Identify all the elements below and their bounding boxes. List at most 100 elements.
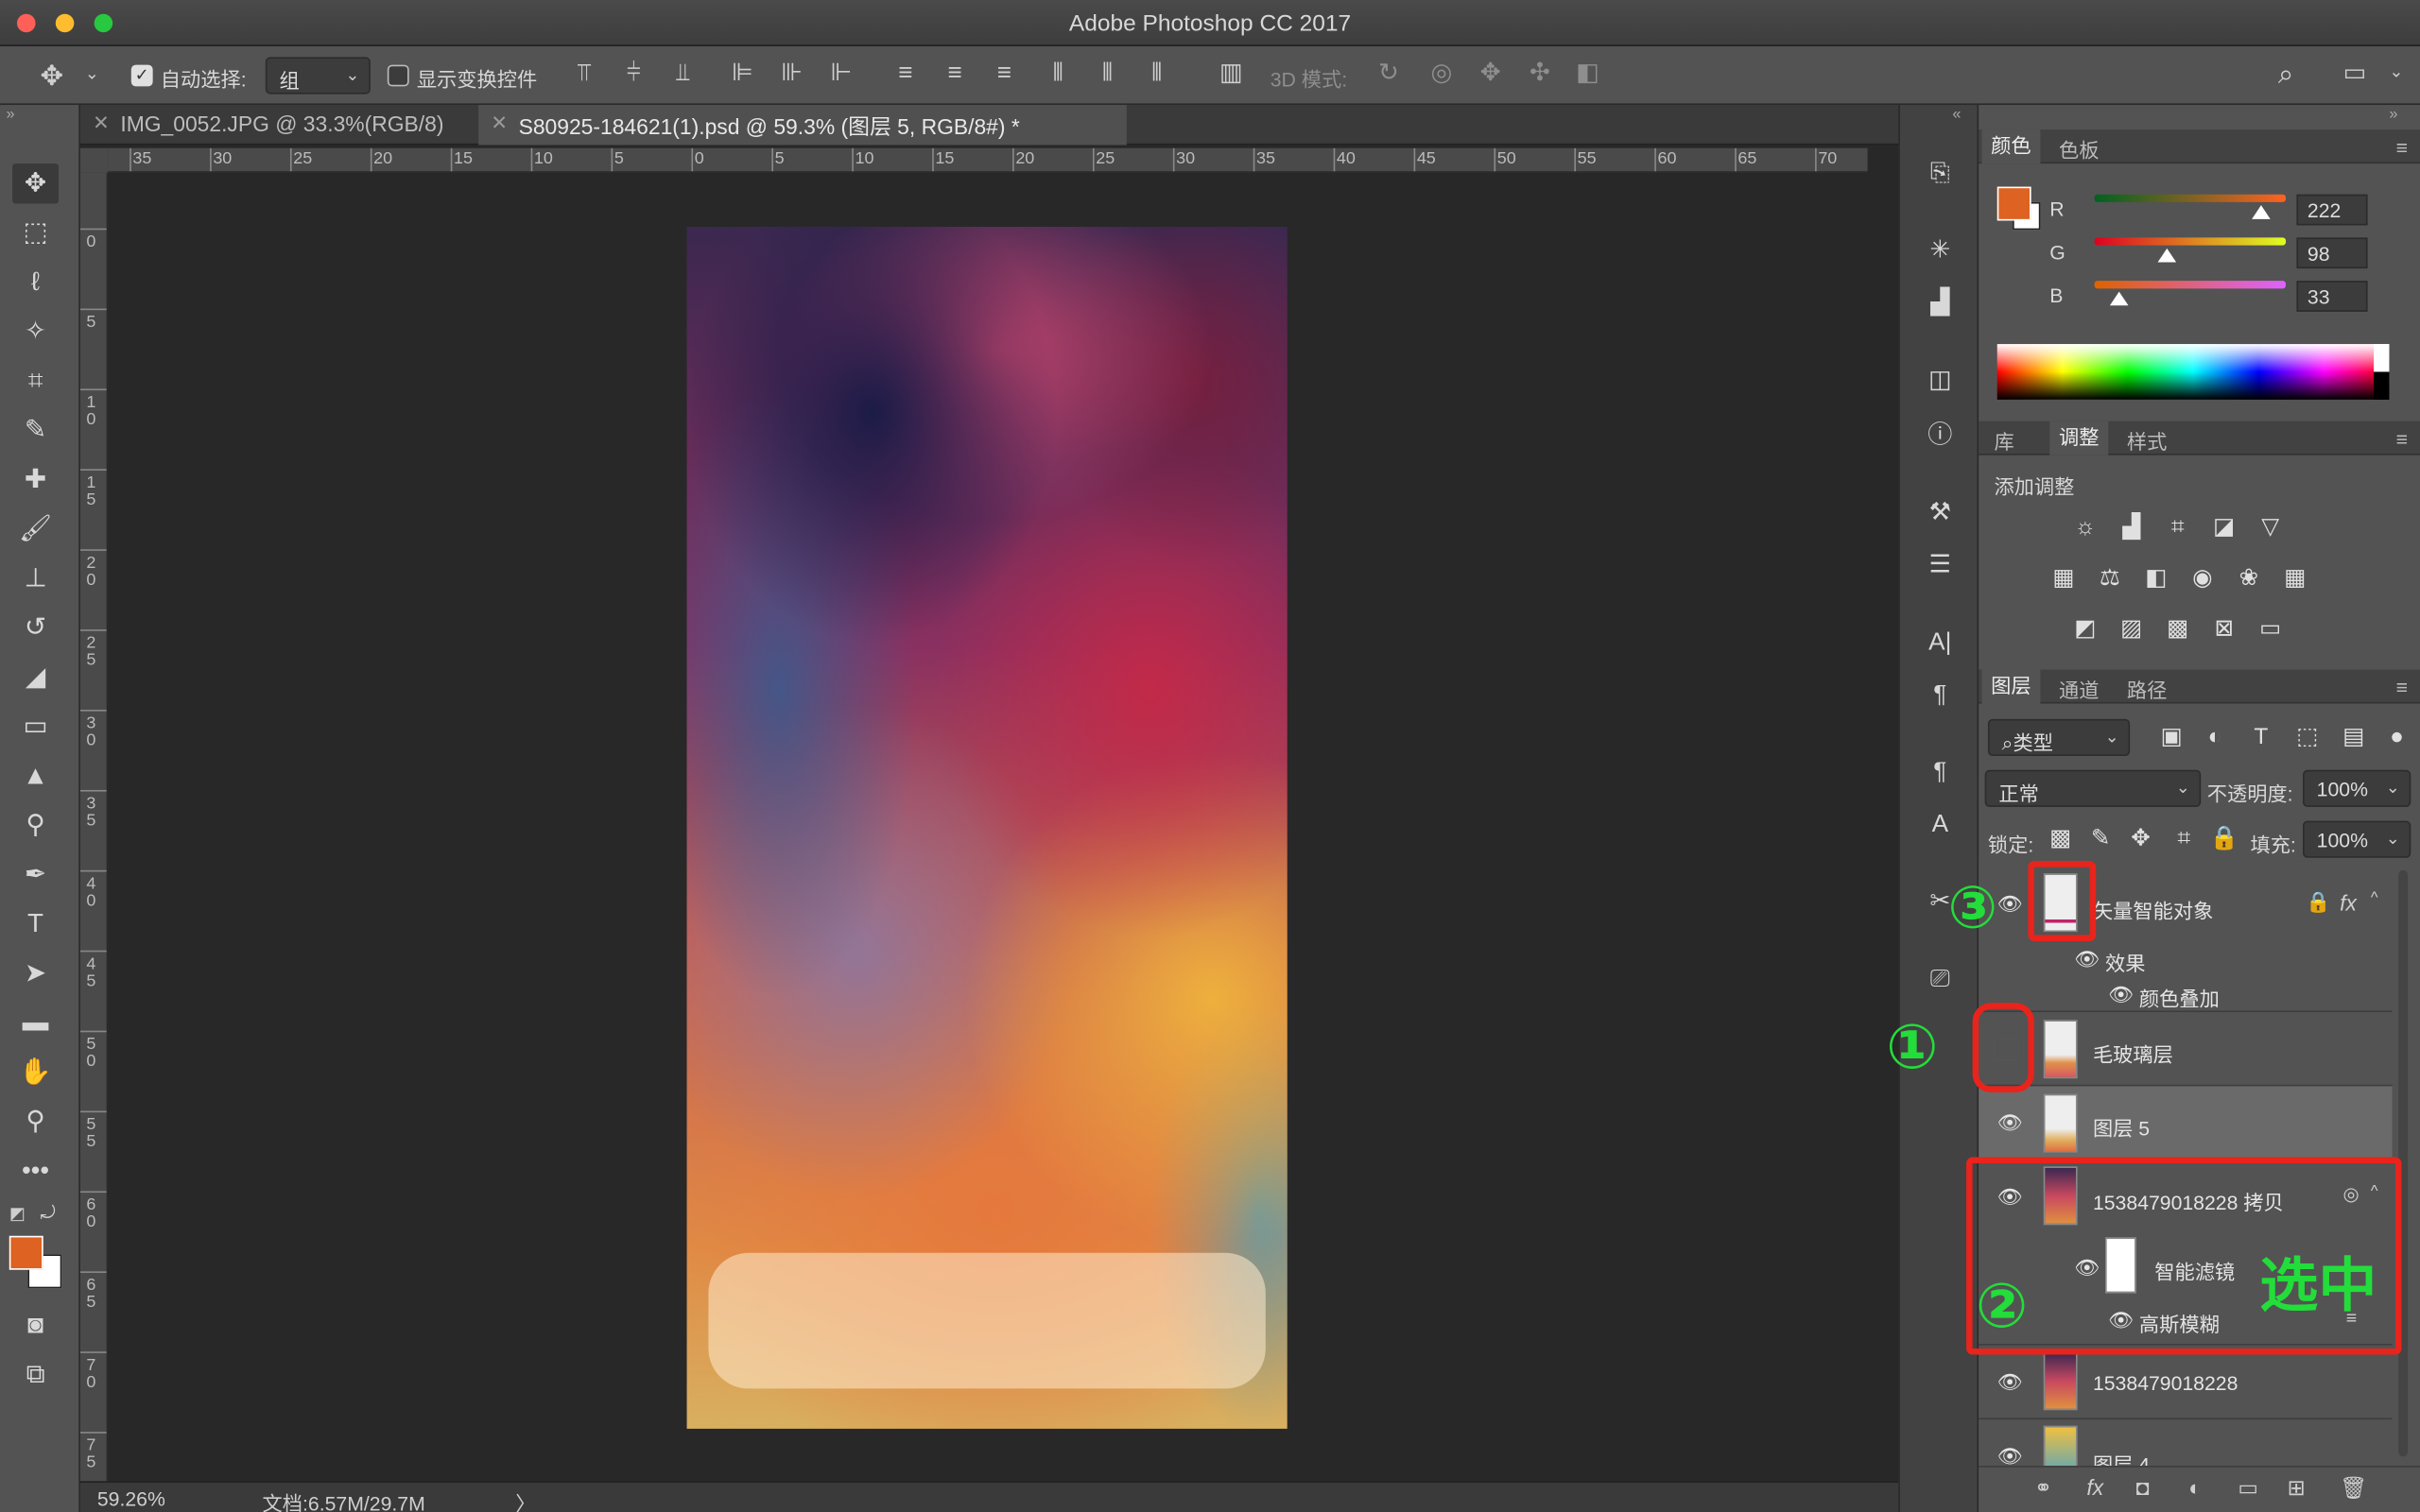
move-tool-icon[interactable]: ✥ [40,61,63,89]
black-swatch[interactable] [2374,371,2390,400]
fx-icon[interactable]: fx [2340,892,2357,914]
panel-menu-icon[interactable]: ≡ [2396,676,2408,698]
properties-icon[interactable]: ☰ [1918,546,1962,586]
blue-input[interactable]: 33 [2296,281,2368,312]
3d-drag-icon[interactable]: ✥ [1480,60,1501,86]
expand-panel-icon[interactable]: » [2389,107,2397,123]
blur-tool-icon[interactable]: ▲ [12,756,59,796]
tab-adjustments[interactable]: 调整 [2049,421,2109,455]
visibility-eye-icon[interactable]: 👁 [1997,1111,2023,1136]
path-select-icon[interactable]: ➤ [12,954,59,993]
filter-adjustment-icon[interactable]: ◐ [2198,722,2232,753]
lock-transparent-icon[interactable]: ▩ [2044,824,2078,855]
align-left-icon[interactable]: ⊫ [732,60,753,86]
panel-menu-icon[interactable]: ≡ [2396,427,2408,450]
show-transform-checkbox[interactable] [387,64,409,87]
align-top-icon[interactable]: ⫪ [578,60,592,86]
workspace-icon[interactable]: ▭ [2342,60,2366,86]
add-mask-icon[interactable]: ◘ [2136,1476,2150,1498]
align-hcenter-icon[interactable]: ⊪ [781,60,803,86]
zoom-tool-icon[interactable]: ⚲ [12,1102,59,1142]
invert-icon[interactable]: ◩ [2068,614,2102,645]
dodge-tool-icon[interactable]: ⚲ [12,805,59,845]
hue-saturation-icon[interactable]: ▦ [2047,563,2081,594]
auto-align-icon[interactable]: ▥ [1219,60,1243,86]
fill-input[interactable]: 100% ⌄ [2302,820,2411,858]
character-styles-icon[interactable]: A [1918,805,1962,845]
chevron-up-icon[interactable]: ^ [2371,891,2378,907]
status-menu-arrow[interactable]: 〉 [515,1487,535,1512]
history-brush-icon[interactable]: ↺ [12,608,59,647]
fx-icon[interactable]: fx [2086,1476,2103,1498]
blend-mode-dropdown[interactable]: 正常 ⌄ [1984,769,2202,807]
swap-colors-icon[interactable]: ⤾ [40,1204,55,1223]
red-slider-knob[interactable] [2251,205,2271,219]
collapse-panel-icon[interactable]: « [1952,107,1961,123]
lock-artboard-icon[interactable]: ⌗ [2167,824,2201,855]
distribute-left-icon[interactable]: ⦀ [1053,60,1064,86]
close-tab-icon[interactable]: ✕ [491,112,508,136]
distribute-right-icon[interactable]: ⦀ [1151,60,1163,86]
green-slider[interactable] [2094,237,2287,246]
channel-mixer-icon[interactable]: ❀ [2232,563,2266,594]
photo-filter-icon[interactable]: ◉ [2186,563,2220,594]
link-layers-icon[interactable]: ⚭ [2034,1476,2052,1498]
zoom-level[interactable]: 59.26% [97,1487,165,1510]
filter-shape-icon[interactable]: ⬚ [2290,722,2325,753]
more-tools-icon[interactable]: ••• [12,1151,59,1191]
3d-rotate-icon[interactable]: ↻ [1378,60,1399,86]
red-input[interactable]: 222 [2296,194,2368,226]
paragraph-icon[interactable]: ¶ [1918,676,1962,715]
selective-color-icon[interactable]: ⊠ [2207,614,2241,645]
exposure-icon[interactable]: ◪ [2207,512,2241,543]
color-balance-icon[interactable]: ⚖ [2093,563,2127,594]
marquee-tool-icon[interactable]: ⬚ [12,213,59,252]
close-tab-icon[interactable]: ✕ [93,112,110,136]
black-white-icon[interactable]: ◧ [2139,563,2173,594]
adjustment-layer-icon[interactable]: ◐ [2188,1476,2202,1498]
stamp-tool-icon[interactable]: ⊥ [12,558,59,598]
eyedropper-icon[interactable]: ✎ [12,410,59,450]
chevron-down-icon[interactable]: ⌄ [85,65,99,83]
brightness-icon[interactable]: ☼ [2068,512,2102,543]
distribute-top-icon[interactable]: ≡ [898,60,912,86]
default-colors-icon[interactable]: ◩ [9,1206,26,1224]
pen-tool-icon[interactable]: ✒ [12,855,59,895]
filter-smart-object-icon[interactable]: ▤ [2337,722,2371,753]
align-vcenter-icon[interactable]: ⫩ [627,60,641,86]
brush-settings-icon[interactable]: ✳ [1918,232,1962,271]
layer-filter-dropdown[interactable]: ⌕类型 ⌄ [1987,718,2131,757]
3d-scale-icon[interactable]: ◧ [1576,60,1599,86]
move-tool-icon[interactable]: ✥ [12,163,60,204]
layer-row-selected[interactable]: 👁 图层 5 [1979,1086,2393,1160]
auto-select-checkbox[interactable]: ✓ [130,64,153,87]
glyphs-icon[interactable]: ⎚ [1918,960,1962,1000]
color-lookup-icon[interactable]: ▦ [2278,563,2312,594]
filter-type-icon[interactable]: T [2244,722,2278,753]
hand-tool-icon[interactable]: ✋ [12,1053,59,1092]
3d-slide-icon[interactable]: ✣ [1530,60,1550,86]
visibility-eye-icon[interactable]: 👁 [2108,983,2134,1007]
distribute-vcenter-icon[interactable]: ≡ [947,60,961,86]
search-icon[interactable]: ⌕ [2278,60,2293,88]
align-bottom-icon[interactable]: ⫫ [676,60,690,86]
visibility-eye-icon[interactable]: 👁 [1997,892,2023,917]
red-slider[interactable] [2094,194,2287,202]
lock-all-icon[interactable]: 🔒 [2207,824,2241,855]
distribute-bottom-icon[interactable]: ≡ [997,60,1011,86]
3d-panel-icon[interactable]: ◫ [1918,361,1962,401]
info-icon[interactable]: ⓘ [1918,417,1962,456]
vibrance-icon[interactable]: ▽ [2254,512,2288,543]
lock-pixels-icon[interactable]: ✎ [2083,824,2118,855]
visibility-eye-icon[interactable]: 👁 [1997,1444,2023,1466]
align-right-icon[interactable]: ⊩ [830,60,852,86]
tab-swatches[interactable]: 色板 [2059,134,2099,163]
tab-styles[interactable]: 样式 [2127,426,2167,455]
character-icon[interactable]: A| [1918,624,1962,663]
levels-icon[interactable]: ▟ [2115,512,2149,543]
new-layer-icon[interactable]: ⊞ [2288,1476,2306,1498]
auto-select-dropdown[interactable]: 组 ⌄ [265,57,371,94]
crop-tool-icon[interactable]: ⌗ [12,361,59,401]
tool-presets-icon[interactable]: ⚒ [1918,493,1962,533]
new-group-icon[interactable]: ▭ [2238,1476,2258,1498]
